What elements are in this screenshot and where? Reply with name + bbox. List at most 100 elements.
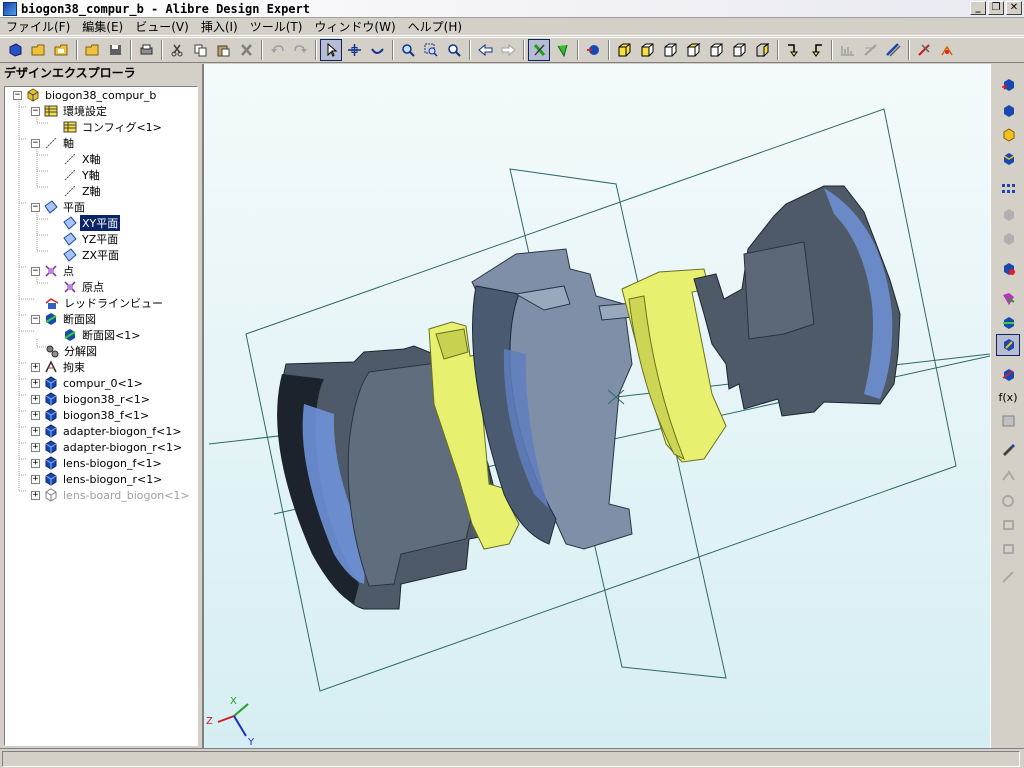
disabled-tool-1-icon[interactable] [996,466,1020,488]
tree-item-compur[interactable]: + compur_0<1> [31,375,145,391]
minimize-icon[interactable]: _ [970,1,986,15]
tree-item-lens-board[interactable]: + lens-board_biogon<1> [31,487,192,503]
collapse-icon[interactable]: − [31,138,40,148]
component-icon[interactable] [996,148,1020,170]
dimension-tool-icon[interactable] [936,39,958,61]
collapse-icon[interactable]: − [31,202,40,212]
collapse-icon[interactable]: − [31,106,40,116]
tree-item-y-axis[interactable]: Y軸 [63,167,102,183]
tree-item-constraints[interactable]: + 拘束 [31,359,87,375]
orient-icon[interactable] [996,334,1020,356]
open-folder-button[interactable] [81,39,103,61]
tree-item-sections[interactable]: − 断面図 [31,311,98,327]
table-tool-icon[interactable] [996,410,1020,432]
tree-item-xy-plane[interactable]: XY平面 [63,215,121,231]
insert-part-icon[interactable] [996,74,1020,96]
normal-flip-icon[interactable] [805,39,827,61]
move-part-icon[interactable] [996,258,1020,280]
tree-item-root[interactable]: − biogon38_compur_b [13,87,158,103]
expand-icon[interactable]: + [31,410,40,420]
tree-item-points[interactable]: − 点 [31,263,76,279]
tree-item-biogon-f[interactable]: + biogon38_f<1> [31,407,151,423]
tree-item-origin[interactable]: 原点 [63,279,106,295]
disabled-part-icon[interactable] [996,204,1020,226]
view-back-icon[interactable] [659,39,681,61]
tree-item-biogon-r[interactable]: + biogon38_r<1> [31,391,152,407]
expand-icon[interactable]: + [31,362,40,372]
lens-biogon-r-part[interactable] [693,185,901,417]
wireframe-mode-icon[interactable] [551,39,573,61]
disabled-replace-icon[interactable] [996,228,1020,250]
align-icon[interactable] [996,312,1020,334]
collapse-icon[interactable]: − [31,266,40,276]
cut-icon[interactable] [166,39,188,61]
model-canvas[interactable]: X Z Y [204,64,992,748]
menu-window[interactable]: ウィンドウ(W) [308,18,401,35]
equation-editor-button[interactable]: f(x) [996,386,1020,408]
pan-icon[interactable] [343,39,365,61]
3d-viewport[interactable]: X Z Y [202,64,992,748]
disk-save-button[interactable] [104,39,126,61]
disabled-tool-5-icon[interactable] [996,566,1020,588]
rotate-icon[interactable] [366,39,388,61]
sketch-tool-icon[interactable] [913,39,935,61]
pattern-icon[interactable] [996,178,1020,200]
zoom-icon[interactable] [397,39,419,61]
tree-item-axes[interactable]: − 軸 [31,135,76,151]
tree-item-planes[interactable]: − 平面 [31,199,87,215]
measure-icon[interactable] [859,39,881,61]
app-icon[interactable] [3,1,17,16]
menu-insert[interactable]: 挿入(I) [195,18,244,35]
render-icon[interactable] [582,39,604,61]
tree-item-zx-plane[interactable]: ZX平面 [63,247,121,263]
new-part-button[interactable] [4,39,26,61]
disabled-tool-2-icon[interactable] [996,490,1020,512]
menu-help[interactable]: ヘルプ(H) [402,18,468,35]
tree-item-section-1[interactable]: 断面図<1> [63,327,142,343]
expand-icon[interactable]: + [31,442,40,452]
expand-icon[interactable]: + [31,378,40,388]
collapse-icon[interactable]: − [31,314,40,324]
undo-icon[interactable] [266,39,288,61]
expand-icon[interactable]: + [31,394,40,404]
copy-icon[interactable] [189,39,211,61]
disabled-tool-3-icon[interactable] [996,514,1020,536]
menu-view[interactable]: ビュー(V) [129,18,195,35]
expand-icon[interactable]: + [31,458,40,468]
view-iso-icon[interactable] [613,39,635,61]
close-icon[interactable]: ✕ [1006,1,1022,15]
zoom-window-icon[interactable] [420,39,442,61]
disabled-tool-4-icon[interactable] [996,538,1020,560]
expand-icon[interactable]: + [31,490,40,500]
expand-icon[interactable]: + [31,426,40,436]
print-button[interactable] [135,39,157,61]
section-icon[interactable] [882,39,904,61]
tree-item-adapter-f[interactable]: + adapter-biogon_f<1> [31,423,184,439]
normal-to-icon[interactable] [782,39,804,61]
save-button[interactable] [50,39,72,61]
select-arrow-icon[interactable] [320,39,342,61]
forward-arrow-icon[interactable] [497,39,519,61]
tree-item-yz-plane[interactable]: YZ平面 [63,231,120,247]
tree-item-config[interactable]: コンフィグ<1> [63,119,164,135]
tree-item-env[interactable]: − 環境設定 [31,103,109,119]
menu-edit[interactable]: 編集(E) [76,18,129,35]
delete-icon[interactable] [235,39,257,61]
edit-icon[interactable] [996,438,1020,460]
tree-item-lens-r[interactable]: + lens-biogon_r<1> [31,471,164,487]
view-front-icon[interactable] [636,39,658,61]
shaded-mode-icon[interactable] [528,39,550,61]
view-bottom-icon[interactable] [705,39,727,61]
tree-item-adapter-r[interactable]: + adapter-biogon_r<1> [31,439,184,455]
paste-icon[interactable] [212,39,234,61]
menu-tools[interactable]: ツール(T) [244,18,309,35]
new-assembly-icon[interactable] [996,100,1020,122]
open-button[interactable] [27,39,49,61]
redo-icon[interactable] [289,39,311,61]
tree-item-redline[interactable]: レッドラインビュー [45,295,165,311]
analyze-icon[interactable] [996,364,1020,386]
expand-icon[interactable]: + [31,474,40,484]
mate-icon[interactable] [996,288,1020,310]
menu-file[interactable]: ファイル(F) [0,18,76,35]
chart-icon[interactable] [836,39,858,61]
